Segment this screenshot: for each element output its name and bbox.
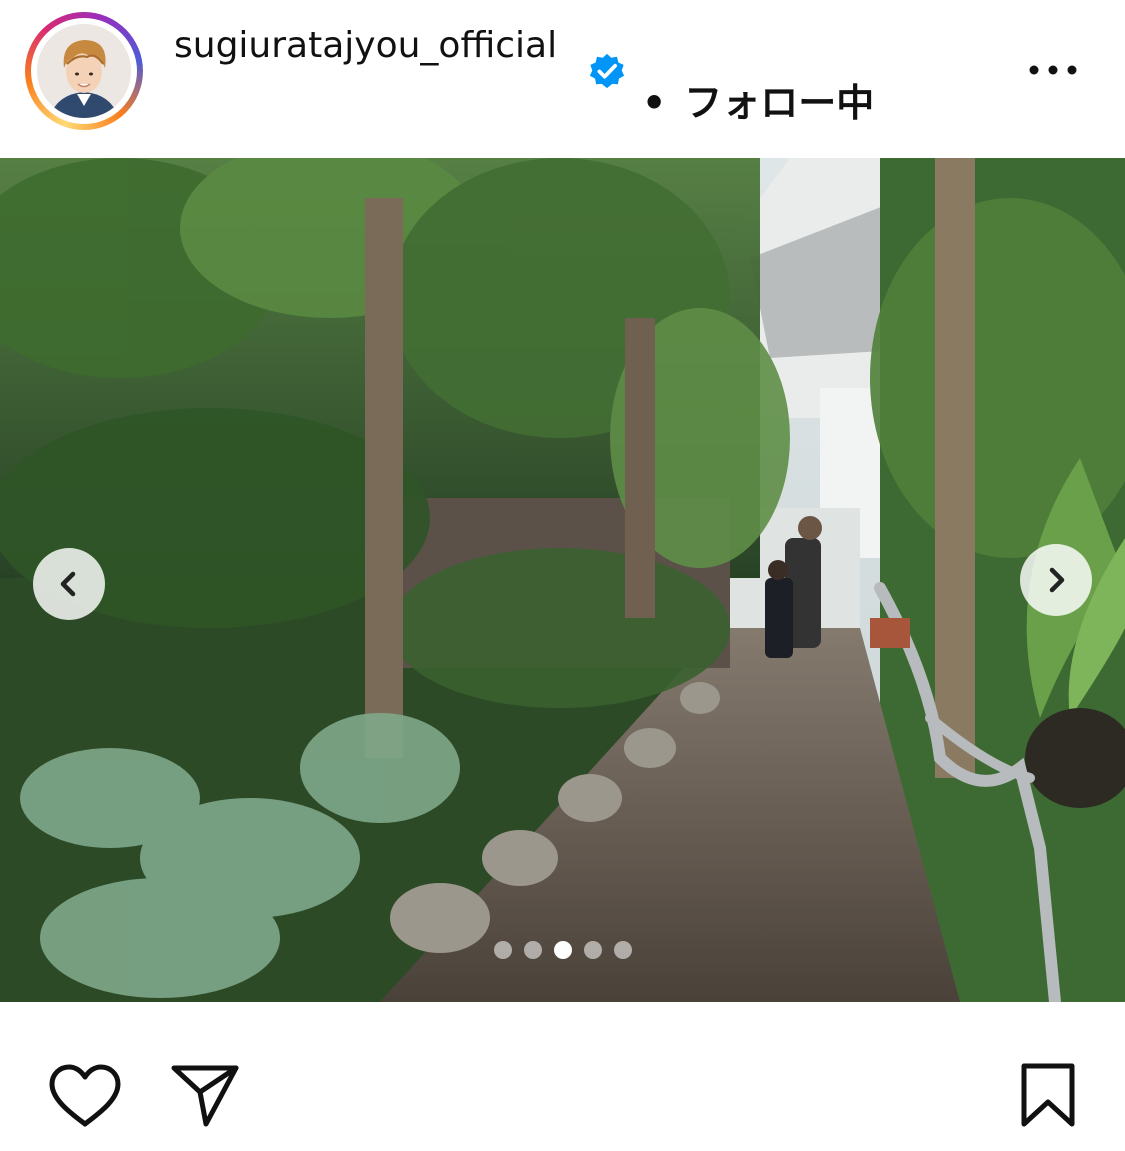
carousel-indicator <box>494 941 632 959</box>
carousel-dot <box>584 941 602 959</box>
greenhouse-photo <box>0 158 1125 1002</box>
avatar[interactable] <box>37 24 131 118</box>
carousel-dot-active <box>554 941 572 959</box>
username[interactable]: sugiuratajyou_official <box>174 24 574 68</box>
verified-badge-icon <box>589 53 625 89</box>
avatar-image <box>37 24 131 118</box>
action-bar <box>0 1002 1125 1151</box>
next-photo-button[interactable] <box>1020 544 1092 616</box>
carousel-dot <box>494 941 512 959</box>
follow-label: フォロー中 <box>684 81 875 125</box>
follow-button[interactable]: • フォロー中 <box>642 72 874 127</box>
heart-icon[interactable] <box>48 1064 122 1128</box>
carousel-dot <box>614 941 632 959</box>
bookmark-icon[interactable] <box>1018 1062 1078 1128</box>
previous-photo-button[interactable] <box>33 548 105 620</box>
more-options-icon[interactable] <box>1027 60 1079 80</box>
chevron-right-icon <box>1049 567 1065 593</box>
paper-plane-icon[interactable] <box>170 1062 240 1128</box>
follow-separator: • <box>642 81 667 125</box>
story-ring[interactable] <box>25 12 143 130</box>
chevron-left-icon <box>60 571 76 597</box>
post-header: sugiuratajyou_official • フォロー中 <box>0 0 1125 158</box>
post-photo[interactable] <box>0 158 1125 1002</box>
carousel-dot <box>524 941 542 959</box>
